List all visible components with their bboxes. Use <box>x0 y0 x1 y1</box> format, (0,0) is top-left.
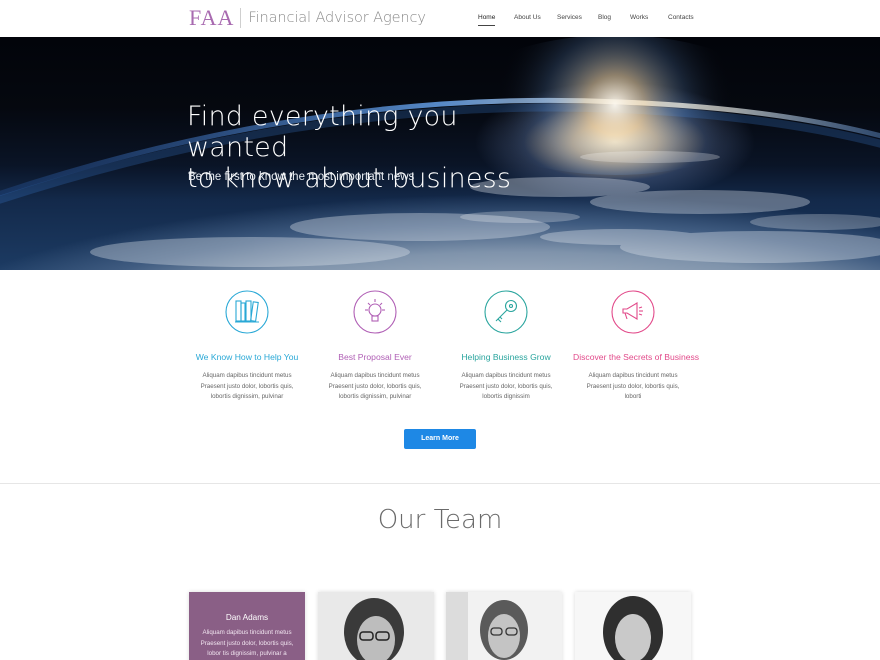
team-member-photo <box>575 592 691 660</box>
feature-card: We Know How to Help You Aliquam dapibus … <box>187 290 307 403</box>
team-member-name: Dan Adams <box>225 613 269 622</box>
lightbulb-icon[interactable] <box>353 290 397 334</box>
team-member-photo <box>318 592 434 660</box>
section-divider <box>0 483 880 484</box>
nav-home[interactable]: Home <box>478 14 495 21</box>
feature-text: Aliquam dapibus tincidunt metus Praesent… <box>586 372 680 401</box>
key-icon[interactable] <box>484 290 528 334</box>
feature-title: Helping Business Grow <box>461 352 551 362</box>
nav-contacts[interactable]: Contacts <box>668 14 694 21</box>
learn-more-button[interactable]: Learn More <box>404 429 476 449</box>
feature-title: We Know How to Help You <box>195 352 299 362</box>
team-member-photo <box>446 592 562 660</box>
nav-about-us[interactable]: About Us <box>514 14 541 21</box>
nav-works[interactable]: Works <box>630 14 648 21</box>
feature-title: Best Proposal Ever <box>338 352 412 362</box>
nav-active-indicator <box>478 25 495 26</box>
main-nav: Home About Us Services Blog Works Contac… <box>0 14 880 28</box>
feature-card: Helping Business Grow Aliquam dapibus ti… <box>446 290 566 403</box>
site-header: FAA Financial Advisor Agency Home About … <box>0 0 880 37</box>
feature-text: Aliquam dapibus tincidunt metus Praesent… <box>328 372 422 401</box>
team-member-bio: Aliquam dapibus tincidunt metus Praesent… <box>200 629 294 657</box>
feature-title: Discover the Secrets of Business <box>573 352 700 362</box>
team-section-title: Our Team <box>377 505 503 535</box>
books-icon[interactable] <box>225 290 269 334</box>
feature-card: Discover the Secrets of Business Aliquam… <box>573 290 700 403</box>
team-card[interactable] <box>318 592 434 660</box>
nav-blog[interactable]: Blog <box>598 14 611 21</box>
megaphone-icon[interactable] <box>611 290 655 334</box>
feature-text: Aliquam dapibus tincidunt metus Praesent… <box>459 372 553 401</box>
team-card[interactable] <box>575 592 691 660</box>
hero-banner: Find everything you wanted to know about… <box>0 37 880 270</box>
team-card[interactable]: Dan Adams Aliquam dapibus tincidunt metu… <box>189 592 305 660</box>
hero-subtitle: Be the first to know the most important … <box>188 171 415 183</box>
nav-services[interactable]: Services <box>557 14 582 21</box>
feature-text: Aliquam dapibus tincidunt metus Praesent… <box>200 372 294 401</box>
hero-title-line-1: Find everything you wanted <box>187 101 458 163</box>
feature-card: Best Proposal Ever Aliquam dapibus tinci… <box>315 290 435 403</box>
team-card[interactable] <box>446 592 562 660</box>
